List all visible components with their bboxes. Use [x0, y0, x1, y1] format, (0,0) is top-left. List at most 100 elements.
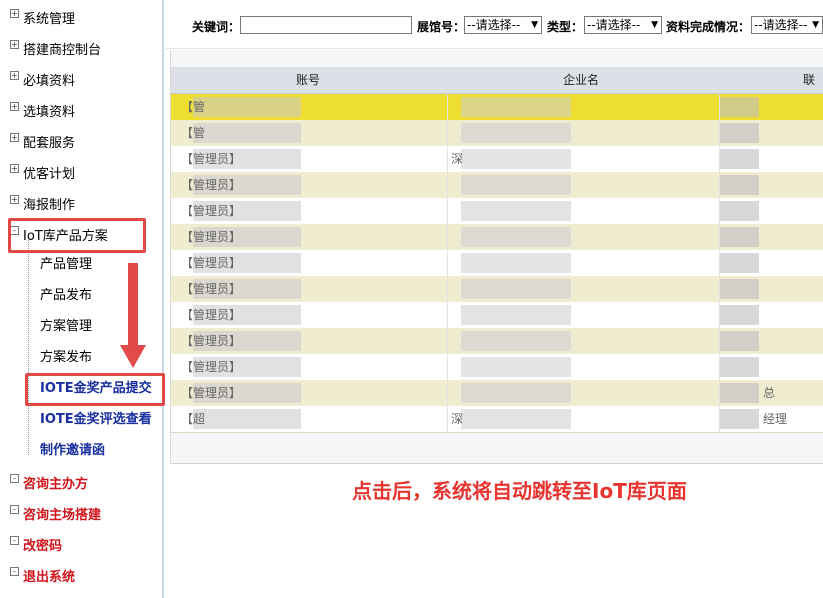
expand-icon[interactable]: +	[10, 102, 19, 111]
expand-icon[interactable]: +	[10, 40, 19, 49]
completion-label: 资料完成情况：	[666, 20, 751, 34]
column-separator	[719, 250, 720, 276]
table-row[interactable]: 【管理员】	[171, 328, 823, 355]
redacted-content	[461, 175, 571, 195]
collapse-icon[interactable]: -	[10, 505, 19, 514]
redacted-content	[461, 331, 571, 351]
expand-icon[interactable]: +	[10, 164, 19, 173]
table-row[interactable]: 【管理员】 深	[171, 146, 823, 173]
type-select[interactable]: --请选择-- ▼	[584, 16, 662, 34]
keyword-label: 关键词：	[192, 20, 241, 34]
subitem-make-invitation[interactable]: 制作邀请函	[40, 440, 105, 462]
cell-contact: 总	[763, 386, 776, 400]
expand-icon[interactable]: +	[10, 133, 19, 142]
annotation-caption: 点击后，系统将自动跳转至IoT库页面	[352, 479, 687, 503]
column-separator	[719, 354, 720, 380]
subitem-product-publish[interactable]: 产品发布	[40, 285, 92, 307]
expand-icon[interactable]: +	[10, 9, 19, 18]
subitem-product-management[interactable]: 产品管理	[40, 254, 92, 276]
table-row[interactable]: 【超 深 经理	[171, 406, 823, 433]
table-row[interactable]: 【管	[171, 94, 823, 121]
subitem-solution-management[interactable]: 方案管理	[40, 316, 92, 338]
dropdown-caret-icon: ▼	[651, 20, 658, 30]
table-row[interactable]: 【管理员】	[171, 302, 823, 329]
table-row[interactable]: 【管理员】	[171, 172, 823, 199]
redacted-content	[461, 97, 571, 117]
collapse-icon[interactable]: -	[10, 567, 19, 576]
redacted-content	[719, 201, 759, 221]
sidebar-item-label: 咨询主场搭建	[23, 508, 102, 523]
redacted-content	[461, 253, 571, 273]
sidebar-item-label: 搭建商控制台	[23, 43, 102, 58]
collapse-icon[interactable]: -	[10, 536, 19, 545]
expand-icon[interactable]: +	[10, 195, 19, 204]
cell-account: 【管理员】	[181, 282, 242, 296]
column-separator	[447, 328, 448, 354]
keyword-input[interactable]	[240, 16, 412, 34]
expand-icon[interactable]: +	[10, 71, 19, 80]
search-bar: 关键词： 展馆号： --请选择-- ▼ 类型： --请选择-- ▼ 资料完成情况…	[166, 0, 823, 49]
table-row[interactable]: 【管理员】 总	[171, 380, 823, 407]
redacted-content	[193, 409, 301, 429]
hall-label: 展馆号：	[417, 20, 466, 34]
table-row[interactable]: 【管理员】	[171, 198, 823, 225]
column-separator	[447, 250, 448, 276]
redacted-content	[193, 97, 301, 117]
sidebar-item-label: 海报制作	[23, 198, 76, 213]
column-separator	[719, 198, 720, 224]
redacted-content	[461, 123, 571, 143]
redacted-content	[719, 409, 759, 429]
type-select-value: --请选择--	[587, 18, 641, 32]
table-row[interactable]: 【管理员】	[171, 276, 823, 303]
cell-account: 【管理员】	[181, 360, 242, 374]
table-row[interactable]: 【管理员】	[171, 250, 823, 277]
subitem-iote-award-review[interactable]: IOTE金奖评选查看	[40, 409, 152, 431]
cell-account: 【管理员】	[181, 256, 242, 270]
sidebar-item-label: 必填资料	[23, 74, 76, 89]
collapse-icon[interactable]: -	[10, 474, 19, 483]
column-separator	[447, 302, 448, 328]
column-separator	[719, 328, 720, 354]
sidebar-item-label: 优客计划	[23, 167, 76, 182]
grid-header: 账号 企业名 联系	[171, 67, 823, 113]
redacted-content	[719, 357, 759, 377]
column-separator	[447, 198, 448, 224]
redacted-content	[719, 253, 759, 273]
column-separator	[447, 120, 448, 146]
column-separator	[447, 146, 448, 172]
column-header-company[interactable]: 企业名	[563, 67, 599, 93]
redacted-content	[461, 279, 571, 299]
redacted-content	[461, 227, 571, 247]
completion-select[interactable]: --请选择-- ▼	[751, 16, 823, 34]
column-header-account[interactable]: 账号	[296, 67, 320, 93]
redacted-content	[719, 331, 759, 351]
cell-account: 【管理员】	[181, 308, 242, 322]
subitem-solution-publish[interactable]: 方案发布	[40, 347, 92, 369]
column-separator	[719, 276, 720, 302]
redacted-content	[719, 227, 759, 247]
redacted-content	[461, 357, 571, 377]
sidebar-item-label: 改密码	[23, 539, 63, 554]
redacted-content	[719, 279, 759, 299]
sidebar-item-label: 系统管理	[23, 12, 76, 27]
annotation-highlight-box	[8, 218, 146, 253]
hall-select[interactable]: --请选择-- ▼	[464, 16, 542, 34]
cell-account: 【管理员】	[181, 152, 242, 166]
type-label: 类型：	[547, 20, 584, 34]
tree-guide-line	[28, 240, 29, 455]
table-row[interactable]: 【管	[171, 120, 823, 147]
table-row[interactable]: 【管理员】	[171, 224, 823, 251]
annotation-highlight-box	[25, 373, 165, 406]
cell-account: 【管	[181, 126, 206, 140]
table-row[interactable]: 【管理员】	[171, 354, 823, 381]
column-separator	[719, 380, 720, 406]
column-separator	[447, 172, 448, 198]
cell-account: 【超	[181, 412, 206, 426]
column-header-contact[interactable]: 联系	[803, 67, 823, 113]
redacted-content	[461, 201, 571, 221]
main-panel: 关键词： 展馆号： --请选择-- ▼ 类型： --请选择-- ▼ 资料完成情况…	[166, 0, 823, 598]
dropdown-caret-icon: ▼	[812, 20, 819, 30]
redacted-content	[719, 149, 759, 169]
redacted-content	[461, 149, 571, 169]
column-separator	[447, 276, 448, 302]
